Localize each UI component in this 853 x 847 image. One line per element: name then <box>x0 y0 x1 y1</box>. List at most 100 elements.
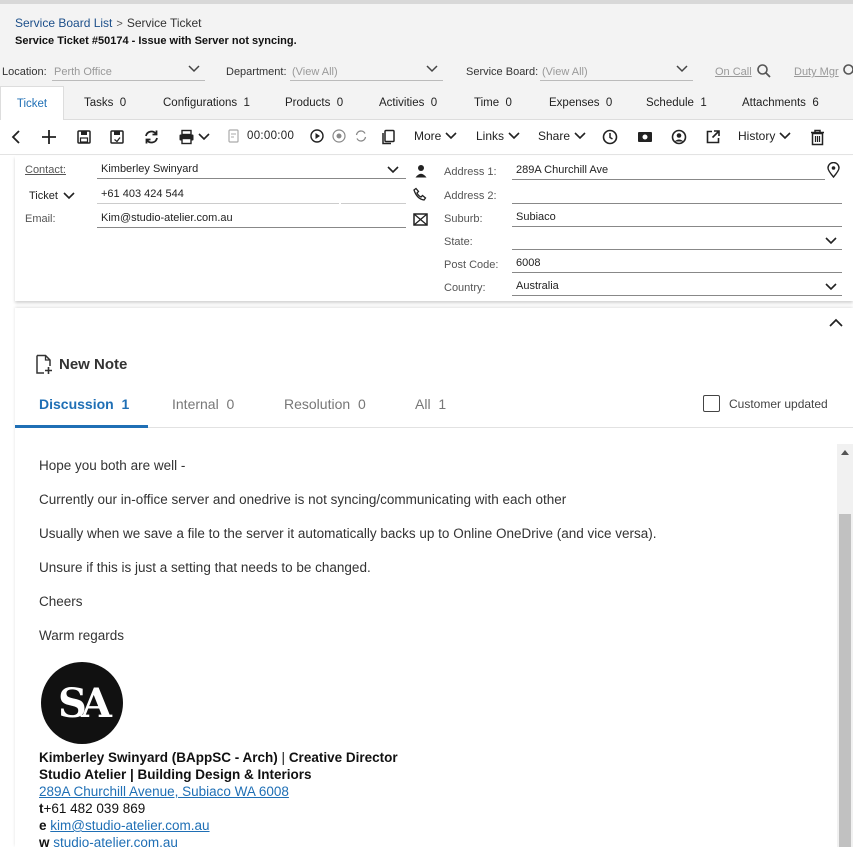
tab-count: 0 <box>226 396 235 412</box>
signature-email-prefix: e <box>39 818 47 833</box>
new-note-button[interactable]: New Note <box>35 354 127 375</box>
tab-expenses[interactable]: Expenses 0 <box>549 86 612 120</box>
tab-products[interactable]: Products 0 <box>285 86 343 120</box>
open-external-button[interactable] <box>705 129 721 145</box>
history-menu-button[interactable]: History <box>738 129 792 143</box>
country-select[interactable]: Australia <box>512 277 842 296</box>
tab-discussion[interactable]: Discussion 1 <box>39 396 129 412</box>
suburb-field[interactable]: Subiaco <box>512 208 842 227</box>
signature-phone: +61 482 039 869 <box>43 801 146 816</box>
tab-label: Internal <box>172 396 219 412</box>
service-board-label: Service Board: <box>466 66 539 78</box>
tab-internal[interactable]: Internal 0 <box>172 396 234 412</box>
signature-name-line: Kimberley Swinyard (BAppSC - Arch) | Cre… <box>39 750 398 765</box>
printer-icon <box>179 129 194 145</box>
search-icon[interactable] <box>756 63 772 79</box>
tab-label: Resolution <box>284 396 351 412</box>
address1-field[interactable]: 289A Churchill Ave <box>512 161 825 180</box>
tab-count: 1 <box>700 97 707 109</box>
timer-start-button[interactable] <box>310 129 324 143</box>
location-select[interactable]: Perth Office <box>52 61 205 81</box>
expense-button[interactable] <box>637 129 653 145</box>
save-close-icon <box>110 130 124 144</box>
scroll-up-icon[interactable] <box>840 448 850 456</box>
save-icon <box>77 130 91 144</box>
phone-type-select[interactable]: Ticket <box>29 189 76 203</box>
service-board-value: (View All) <box>542 66 588 78</box>
tab-count: 6 <box>812 97 819 109</box>
service-board-select[interactable]: (View All) <box>540 61 693 81</box>
tab-ticket[interactable]: Ticket <box>0 86 64 120</box>
contact-label[interactable]: Contact: <box>25 164 66 176</box>
address2-field[interactable] <box>512 185 842 204</box>
signature-email-link[interactable]: kim@studio-atelier.com.au <box>50 818 209 833</box>
refresh-icon <box>145 130 158 144</box>
duty-mgr-link[interactable]: Duty Mgr <box>794 66 839 78</box>
tab-label: Products <box>285 97 331 109</box>
links-menu-button[interactable]: Links <box>476 129 521 143</box>
clock-button[interactable] <box>602 129 618 145</box>
tab-tasks[interactable]: Tasks 0 <box>84 86 126 120</box>
signature-address-link[interactable]: 289A Churchill Avenue, Subiaco WA 6008 <box>39 784 289 799</box>
tab-all[interactable]: All 1 <box>415 396 446 412</box>
person-icon[interactable] <box>414 164 428 178</box>
tab-schedule[interactable]: Schedule 1 <box>646 86 707 120</box>
timer-widget: 00:00:00 <box>228 129 294 143</box>
customer-updated-toggle[interactable]: Customer updated <box>703 395 828 412</box>
chevron-down-icon <box>188 65 200 73</box>
email-label: Email: <box>25 213 56 225</box>
tab-activities[interactable]: Activities 0 <box>379 86 437 120</box>
delete-button[interactable] <box>810 129 825 146</box>
tab-attachments[interactable]: Attachments 6 <box>742 86 819 120</box>
contact-value: Kimberley Swinyard <box>101 163 199 175</box>
timer-reset-button[interactable] <box>354 129 368 143</box>
more-menu-button[interactable]: More <box>414 129 458 143</box>
breadcrumb-service-board-list[interactable]: Service Board List <box>15 16 112 30</box>
map-pin-icon[interactable] <box>827 162 840 178</box>
notes-scrollbar[interactable] <box>837 444 853 847</box>
phone-icon[interactable] <box>413 187 427 201</box>
phone-field[interactable]: +61 403 424 544 <box>97 185 339 204</box>
contact-button[interactable] <box>671 129 687 145</box>
department-select[interactable]: (View All) <box>290 61 443 81</box>
on-call-link[interactable]: On Call <box>715 66 752 78</box>
tab-count: 0 <box>119 97 127 109</box>
timer-stop-button[interactable] <box>332 129 346 143</box>
note-line: Warm regards <box>39 628 125 643</box>
money-icon <box>638 132 652 142</box>
tab-label: Ticket <box>16 98 48 110</box>
customer-updated-checkbox[interactable] <box>703 395 720 412</box>
postcode-value: 6008 <box>516 257 541 269</box>
note-tabs: Discussion 1 Internal 0 Resolution 0 All… <box>15 392 853 428</box>
postcode-field[interactable]: 6008 <box>512 254 842 273</box>
tab-time[interactable]: Time 0 <box>474 86 512 120</box>
add-button[interactable] <box>41 129 57 145</box>
search-icon[interactable] <box>842 63 853 79</box>
save-button[interactable] <box>76 129 92 145</box>
signature-web-link[interactable]: studio-atelier.com.au <box>53 835 178 847</box>
share-menu-button[interactable]: Share <box>538 129 587 143</box>
back-button[interactable] <box>9 129 25 145</box>
chevron-down-icon <box>574 132 586 140</box>
print-menu-button[interactable] <box>178 129 211 145</box>
copy-icon <box>382 129 395 145</box>
chevron-up-icon[interactable] <box>828 317 844 329</box>
phone-extension-field[interactable] <box>341 185 406 204</box>
address2-label: Address 2: <box>444 190 497 202</box>
envelope-icon[interactable] <box>413 213 428 226</box>
email-field[interactable]: Kim@studio-atelier.com.au <box>97 209 406 228</box>
tab-resolution[interactable]: Resolution 0 <box>284 396 366 412</box>
save-close-button[interactable] <box>109 129 125 145</box>
tab-configurations[interactable]: Configurations 1 <box>163 86 250 120</box>
contact-field[interactable]: Kimberley Swinyard <box>97 160 406 179</box>
page-header: Service Board List > Service Ticket Servic… <box>0 0 853 86</box>
state-select[interactable] <box>512 231 842 250</box>
notes-panel: New Note Discussion 1 Internal 0 Resolut… <box>15 308 853 847</box>
refresh-button[interactable] <box>143 129 160 145</box>
copy-button[interactable] <box>381 129 396 145</box>
tab-count: 1 <box>121 396 130 412</box>
tab-count: 0 <box>357 396 366 412</box>
tab-label: Attachments <box>742 97 806 109</box>
signature-web-prefix: w <box>39 835 50 847</box>
scrollbar-thumb[interactable] <box>839 514 851 847</box>
